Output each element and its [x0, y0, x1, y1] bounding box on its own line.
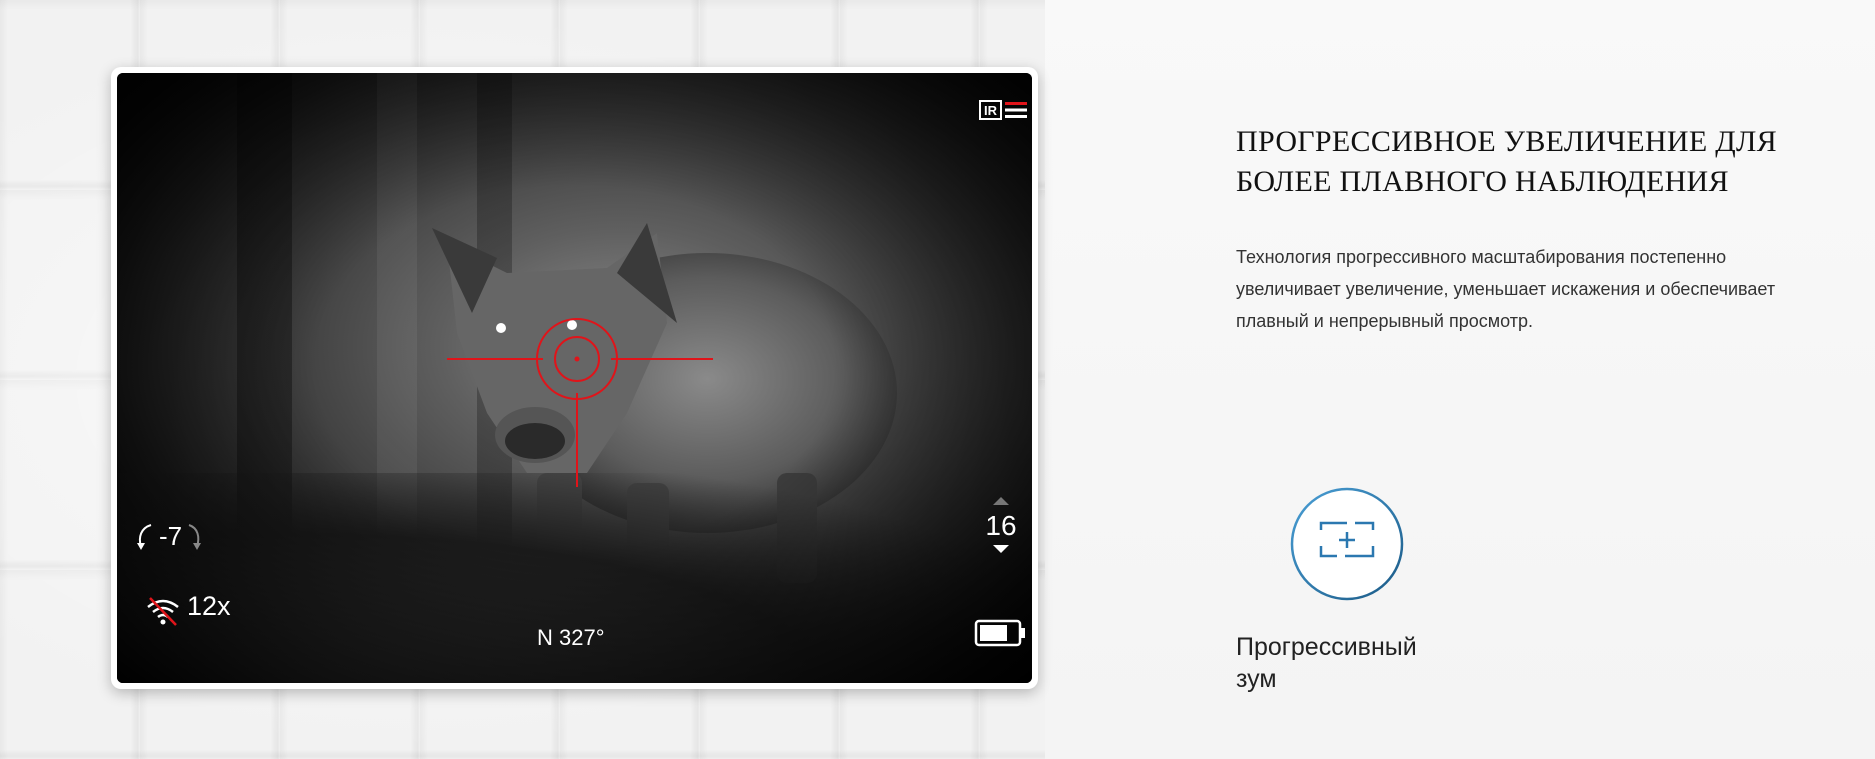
level-indicator: 16 [979, 493, 1023, 559]
section-title: ПРОГРЕССИВНОЕ УВЕЛИЧЕНИЕ ДЛЯ БОЛЕЕ ПЛАВН… [1236, 122, 1796, 202]
feature-label-line-1: Прогрессивный [1236, 633, 1417, 661]
rotate-left-icon [137, 523, 152, 550]
zoom-indicator: 12x [145, 591, 231, 627]
progressive-zoom-icon [1289, 486, 1405, 602]
ir-indicator: IR [979, 99, 1029, 121]
feature-label-line-2: зум [1236, 665, 1277, 693]
section-title-line-1: ПРОГРЕССИВНОЕ УВЕЛИЧЕНИЕ ДЛЯ [1236, 125, 1777, 158]
arrow-down-icon [993, 545, 1009, 553]
wifi-off-icon [147, 597, 179, 626]
compass-heading: N 327° [537, 625, 605, 650]
level-value: 16 [985, 510, 1017, 541]
battery-icon [974, 619, 1025, 647]
arrow-up-icon [993, 497, 1009, 505]
night-vision-image: IR -7 12x N 327° 16 [117, 73, 1032, 683]
section-title-line-2: БОЛЕЕ ПЛАВНОГО НАБЛЮДЕНИЯ [1236, 165, 1729, 198]
rotate-right-icon [188, 523, 202, 550]
content-background [1045, 0, 1875, 759]
zoom-value: 12x [187, 591, 231, 621]
ir-label: IR [984, 103, 998, 118]
ir-icon: IR [979, 100, 1027, 120]
tilt-indicator: -7 [135, 521, 202, 552]
feature-label: Прогрессивный зум [1236, 631, 1456, 695]
battery-indicator [974, 619, 1026, 652]
section-description: Технология прогрессивного масштабировани… [1236, 247, 1776, 331]
thermal-viewer-frame: IR -7 12x N 327° 16 [111, 67, 1038, 689]
tilt-value: -7 [159, 521, 183, 551]
crosshair-reticle [447, 318, 713, 487]
